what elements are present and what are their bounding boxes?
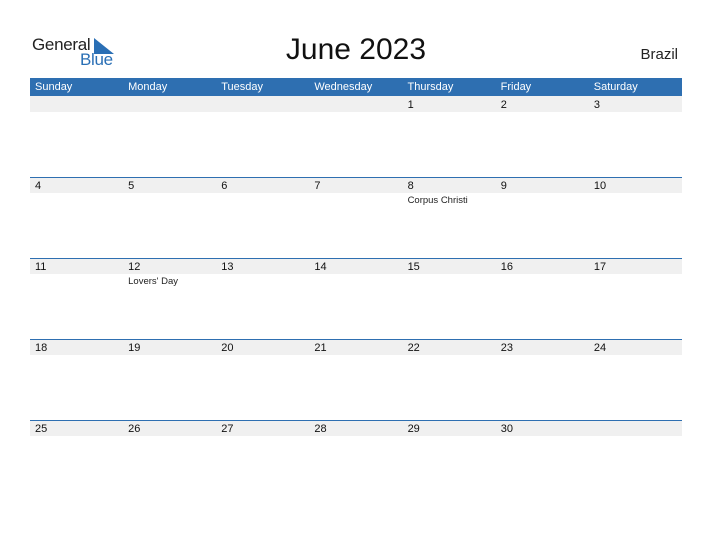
day-cell: 15 bbox=[403, 258, 496, 339]
day-cell: 18 bbox=[30, 339, 123, 420]
day-number: 9 bbox=[500, 180, 507, 192]
day-number: 4 bbox=[35, 180, 42, 192]
day-cell: 11 bbox=[30, 258, 123, 339]
day-number: 21 bbox=[314, 342, 327, 354]
day-number: 23 bbox=[500, 342, 513, 354]
day-number: 27 bbox=[221, 423, 234, 435]
day-number: 5 bbox=[128, 180, 135, 192]
day-number: 28 bbox=[314, 423, 327, 435]
day-number: 12 bbox=[128, 261, 141, 273]
day-number: 10 bbox=[593, 180, 607, 192]
day-cell: 26 bbox=[123, 420, 216, 501]
weekday-header-thursday: Thursday bbox=[407, 81, 454, 93]
weekday-header-row: Sunday Monday Tuesday Wednesday Thursday Frid… bbox=[30, 78, 682, 96]
day-number: 7 bbox=[314, 180, 321, 192]
weekday-header-tuesday: Tuesday bbox=[221, 81, 264, 93]
weekday-header-sunday: Sunday bbox=[35, 81, 73, 93]
day-cell: 21 bbox=[309, 339, 402, 420]
day-number: 29 bbox=[407, 423, 420, 435]
day-number: 19 bbox=[128, 342, 141, 354]
day-cell: 12 Lovers' Day bbox=[123, 258, 216, 339]
day-cell: 28 bbox=[309, 420, 402, 501]
day-cell bbox=[216, 96, 309, 177]
day-number: 25 bbox=[35, 423, 48, 435]
day-number: 30 bbox=[500, 423, 513, 435]
day-cell: 25 bbox=[30, 420, 123, 501]
day-number: 2 bbox=[500, 99, 507, 111]
day-number: 3 bbox=[593, 99, 600, 111]
day-cell: 30 bbox=[496, 420, 589, 501]
day-cell: 2 bbox=[496, 96, 589, 177]
day-cell: 23 bbox=[496, 339, 589, 420]
day-cell: 29 bbox=[403, 420, 496, 501]
day-number: 8 bbox=[407, 180, 414, 192]
day-cell bbox=[123, 96, 216, 177]
day-cell: 22 bbox=[403, 339, 496, 420]
weekday-header-friday: Friday bbox=[500, 81, 532, 93]
day-cell: 8 Corpus Christi bbox=[403, 177, 496, 258]
day-cell: 13 bbox=[216, 258, 309, 339]
day-cell bbox=[30, 96, 123, 177]
day-cell: 27 bbox=[216, 420, 309, 501]
week-row: 25 26 27 28 29 30 bbox=[30, 420, 682, 501]
day-cell: 1 bbox=[403, 96, 496, 177]
day-number: 17 bbox=[593, 261, 607, 273]
day-cell: 24 bbox=[589, 339, 682, 420]
day-number: 6 bbox=[221, 180, 228, 192]
day-cell: 20 bbox=[216, 339, 309, 420]
day-cell: 10 bbox=[589, 177, 682, 258]
week-row: 4 5 6 7 8 Corpus Christi 9 10 bbox=[30, 177, 682, 258]
day-cell: 4 bbox=[30, 177, 123, 258]
day-number: 11 bbox=[35, 261, 47, 273]
day-cell: 19 bbox=[123, 339, 216, 420]
day-number: 26 bbox=[128, 423, 141, 435]
day-number: 1 bbox=[407, 99, 414, 111]
day-cell bbox=[589, 420, 682, 501]
day-number: 13 bbox=[221, 261, 234, 273]
day-number: 20 bbox=[221, 342, 234, 354]
holiday-label: Corpus Christi bbox=[407, 195, 468, 206]
day-cell: 16 bbox=[496, 258, 589, 339]
week-row: 18 19 20 21 22 23 24 bbox=[30, 339, 682, 420]
day-number: 18 bbox=[35, 342, 48, 354]
day-cell: 6 bbox=[216, 177, 309, 258]
week-row: 1 2 3 bbox=[30, 96, 682, 177]
week-row: 11 12 Lovers' Day 13 14 15 16 17 bbox=[30, 258, 682, 339]
day-number: 16 bbox=[500, 261, 513, 273]
day-number: 24 bbox=[593, 342, 607, 354]
day-number: 14 bbox=[314, 261, 327, 273]
page-title: June 2023 bbox=[285, 33, 427, 66]
weekday-header-saturday: Saturday bbox=[593, 81, 638, 93]
day-cell: 7 bbox=[309, 177, 402, 258]
day-cell bbox=[309, 96, 402, 177]
day-number: 22 bbox=[407, 342, 420, 354]
day-cell: 14 bbox=[309, 258, 402, 339]
country-label: Brazil bbox=[640, 46, 678, 63]
day-number: 15 bbox=[407, 261, 420, 273]
day-cell: 5 bbox=[123, 177, 216, 258]
weekday-header-wednesday: Wednesday bbox=[314, 81, 373, 93]
day-cell: 17 bbox=[589, 258, 682, 339]
day-cell: 9 bbox=[496, 177, 589, 258]
day-cell: 3 bbox=[589, 96, 682, 177]
weekday-header-monday: Monday bbox=[128, 81, 168, 93]
calendar-grid: Sunday Monday Tuesday Wednesday Thursday Frid… bbox=[30, 78, 682, 501]
holiday-label: Lovers' Day bbox=[128, 276, 179, 287]
